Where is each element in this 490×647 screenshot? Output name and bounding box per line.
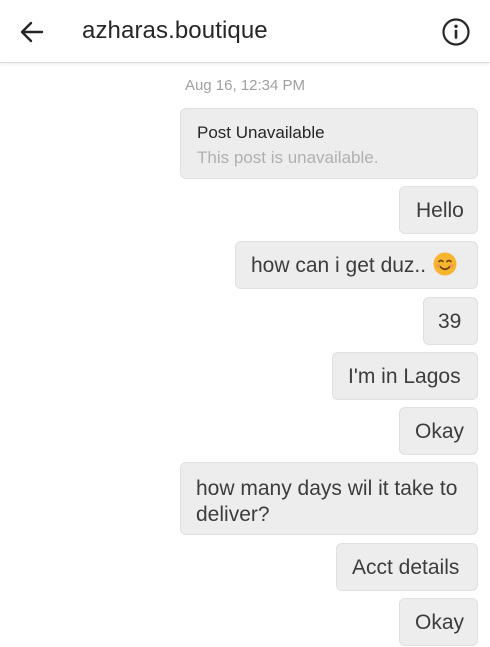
message-text: I'm in Lagos	[348, 365, 461, 388]
message-bubble[interactable]: Okay	[399, 598, 478, 646]
message-text: Okay	[415, 611, 465, 634]
shared-post-card[interactable]: Post Unavailable This post is unavailabl…	[180, 108, 478, 179]
message-text: how many days wil it take to deliver?	[196, 477, 458, 526]
conversation-title[interactable]: azharas.boutique	[82, 14, 268, 48]
message-bubble[interactable]: Hello	[399, 186, 478, 234]
message-timestamp: Aug 16, 12:34 PM	[0, 77, 490, 94]
message-text: Okay	[415, 420, 465, 443]
info-button[interactable]	[440, 16, 472, 48]
post-subtitle: This post is unavailable.	[197, 148, 379, 167]
timestamp-text: Aug 16, 12:34 PM	[184, 77, 306, 94]
message-text: Hello	[416, 199, 464, 222]
message-text: Acct details	[352, 556, 460, 579]
message-bubble[interactable]: I'm in Lagos	[332, 352, 478, 400]
message-bubble[interactable]: Acct details	[336, 543, 478, 591]
smiling-face-emoji-icon	[433, 252, 457, 276]
info-circle-icon	[442, 18, 470, 46]
arrow-left-icon	[20, 21, 44, 43]
post-title: Post Unavailable	[197, 123, 325, 142]
message-bubble[interactable]: how can i get duz..	[235, 241, 478, 289]
message-text: how can i get duz..	[251, 254, 427, 277]
back-button[interactable]	[14, 14, 50, 50]
app-header: azharas.boutique	[0, 0, 490, 63]
message-bubble[interactable]: 39	[423, 297, 478, 345]
message-bubble[interactable]: Okay	[399, 407, 478, 455]
message-text: 39	[438, 310, 462, 333]
message-bubble[interactable]: how many days wil it take to deliver?	[180, 462, 478, 535]
